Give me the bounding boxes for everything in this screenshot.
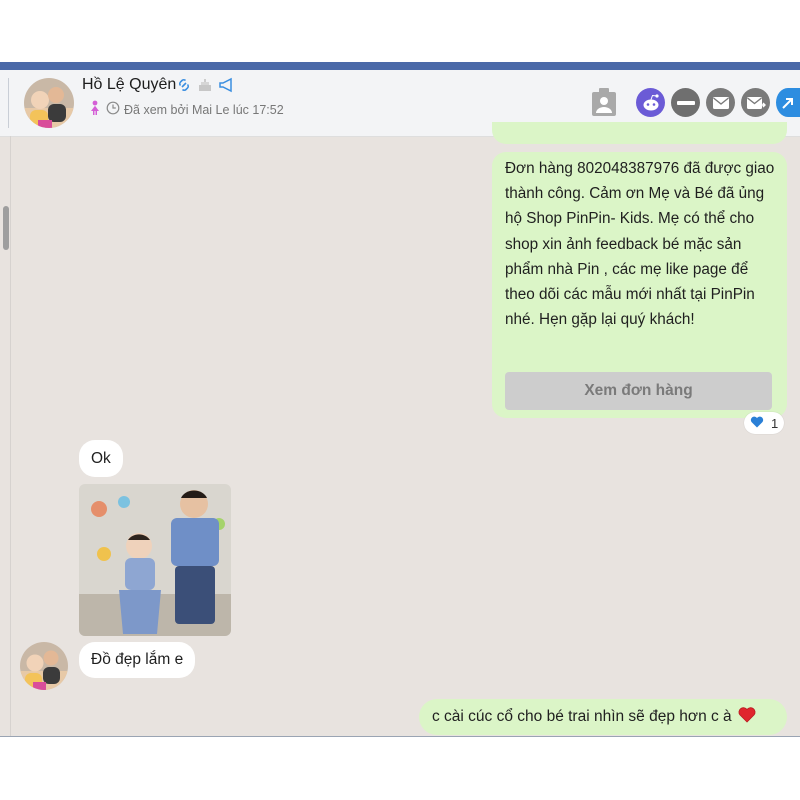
incoming-message-text: Đồ đẹp lắm e [91, 651, 184, 668]
order-confirmation-message: Đơn hàng 802048387976 đã được giao thành… [492, 152, 787, 418]
scrollbar-thumb[interactable] [3, 206, 9, 250]
clock-icon [106, 101, 120, 118]
reddit-icon[interactable] [636, 88, 665, 117]
link-icon[interactable] [176, 77, 192, 98]
outgoing-reply-message: c cài cúc cổ cho bé trai nhìn sẽ đẹp hơn… [419, 699, 787, 735]
female-icon [88, 100, 102, 119]
megaphone-icon[interactable] [218, 77, 236, 98]
window-bottom-border [0, 736, 800, 737]
incoming-message-text: Ok [91, 449, 111, 467]
incoming-photo[interactable] [79, 484, 231, 636]
contact-name[interactable]: Hồ Lệ Quyên [82, 76, 176, 94]
chat-scrollbar[interactable] [0, 136, 11, 737]
share-arrow-icon[interactable] [776, 88, 800, 117]
header-actions [589, 87, 800, 117]
top-accent-bar [0, 62, 800, 70]
incoming-message-ok: Ok [79, 440, 123, 477]
cake-icon [197, 77, 213, 98]
minus-icon[interactable] [671, 88, 700, 117]
reaction-count: 1 [771, 415, 779, 431]
left-panel-edge [0, 78, 9, 128]
message-reaction[interactable]: 1 [744, 412, 785, 434]
red-heart-icon [738, 706, 756, 728]
mail-forward-icon[interactable] [741, 88, 770, 117]
mail-icon[interactable] [706, 88, 735, 117]
contact-avatar[interactable] [24, 78, 74, 128]
contact-card-icon[interactable] [589, 87, 618, 117]
heart-icon [750, 416, 764, 431]
previous-message-bubble [492, 122, 787, 144]
view-order-button[interactable]: Xem đơn hàng [505, 372, 772, 410]
outgoing-message-text: c cài cúc cổ cho bé trai nhìn sẽ đẹp hơn… [432, 708, 732, 725]
contact-badges [176, 77, 236, 98]
incoming-message-compliment: Đồ đẹp lắm e [79, 642, 196, 678]
contact-message-avatar[interactable] [20, 642, 68, 690]
order-message-text: Đơn hàng 802048387976 đã được giao thành… [505, 160, 775, 329]
seen-text: Đã xem bởi Mai Le lúc 17:52 [124, 102, 284, 117]
seen-status: Đã xem bởi Mai Le lúc 17:52 [88, 100, 284, 119]
chat-window: Hồ Lệ Quyên Đã xem bởi Mai Le lúc 17:52 [0, 70, 800, 737]
